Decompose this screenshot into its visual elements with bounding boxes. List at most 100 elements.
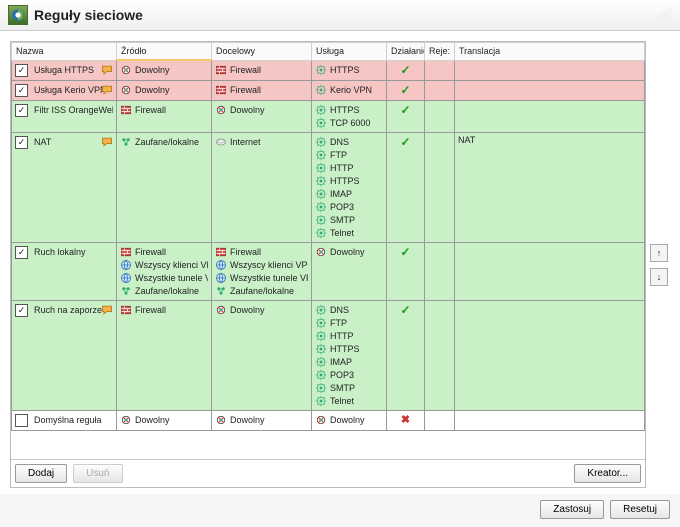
rule-checkbox[interactable] (15, 104, 28, 117)
move-down-button[interactable]: ↓ (650, 268, 668, 286)
source-label: Wszystkie tunele VPN (135, 273, 208, 283)
rule-desc-icon (101, 304, 113, 316)
app-icon (8, 5, 28, 25)
rule-checkbox[interactable] (15, 414, 28, 427)
allow-icon: ✓ (400, 303, 410, 317)
col-dest[interactable]: Docelowy (212, 43, 312, 61)
rule-checkbox[interactable] (15, 84, 28, 97)
source-label: Wszyscy klienci VPN (135, 260, 208, 270)
reorder-controls: ↑ ↓ (646, 41, 670, 488)
dest-icon (215, 136, 227, 148)
source-label: Zaufane/lokalne (135, 286, 199, 296)
reset-button[interactable]: Resetuj (610, 500, 670, 519)
source-label: Firewall (135, 105, 166, 115)
source-label: Zaufane/lokalne (135, 137, 199, 147)
service-label: POP3 (330, 370, 354, 380)
service-icon (315, 104, 327, 116)
rule-desc-icon (101, 64, 113, 76)
source-label: Dowolny (135, 85, 170, 95)
col-name[interactable]: Nazwa (12, 43, 117, 61)
allow-icon: ✓ (400, 83, 410, 97)
table-row[interactable]: Ruch lokalny Firewall Wszyscy klienci VPN W… (12, 242, 645, 300)
col-reje[interactable]: Reje: (425, 43, 455, 61)
service-icon (315, 317, 327, 329)
rule-desc-icon (101, 136, 113, 148)
service-icon (315, 330, 327, 342)
service-label: HTTPS (330, 344, 360, 354)
source-icon (120, 285, 132, 297)
rules-panel: Nazwa Źródło Docelowy Usługa Działanie R… (10, 41, 646, 488)
service-label: DNS (330, 137, 349, 147)
rule-name: Usługa HTTPS (34, 65, 94, 75)
table-row[interactable]: NATZaufane/lokalneInternetDNSFTPHTTPHTTP… (12, 132, 645, 242)
service-label: HTTP (330, 331, 354, 341)
source-icon (120, 414, 132, 426)
dest-icon (215, 285, 227, 297)
service-label: TCP 6000 (330, 118, 370, 128)
service-label: Telnet (330, 396, 354, 406)
service-label: POP3 (330, 202, 354, 212)
move-up-button[interactable]: ↑ (650, 244, 668, 262)
allow-icon: ✓ (400, 135, 410, 149)
service-icon (315, 84, 327, 96)
col-action[interactable]: Działanie (387, 43, 425, 61)
table-row[interactable]: Usługa HTTPSDowolnyFirewallHTTPS✓ (12, 60, 645, 80)
source-icon (120, 272, 132, 284)
service-label: Kerio VPN (330, 85, 372, 95)
wizard-button[interactable]: Kreator... (574, 464, 641, 483)
dest-label: Firewall (230, 85, 261, 95)
source-icon (120, 84, 132, 96)
page-title: Reguły sieciowe (34, 7, 143, 23)
service-icon (315, 356, 327, 368)
rule-name: Usługa Kerio VPN (34, 85, 107, 95)
service-icon (315, 188, 327, 200)
service-label: SMTP (330, 383, 355, 393)
table-row[interactable]: Domyślna regułaDowolnyDowolnyDowolny✖ (12, 410, 645, 430)
table-row[interactable]: Usługa Kerio VPN Dowolny Firewall Kerio VPN… (12, 80, 645, 100)
service-icon (315, 414, 327, 426)
dest-label: Wszyscy klienci VPN (230, 260, 308, 270)
source-icon (120, 259, 132, 271)
dest-icon (215, 414, 227, 426)
allow-icon: ✓ (400, 103, 410, 117)
dest-icon (215, 259, 227, 271)
table-row[interactable]: Filtr ISS OrangeWeb FilterFirewallDowoln… (12, 100, 645, 132)
source-label: Dowolny (135, 415, 170, 425)
titlebar: Reguły sieciowe (0, 0, 680, 31)
dest-icon (215, 104, 227, 116)
rule-checkbox[interactable] (15, 246, 28, 259)
rules-table[interactable]: Nazwa Źródło Docelowy Usługa Działanie R… (11, 42, 645, 431)
dest-label: Wszystkie tunele VPN (230, 273, 308, 283)
service-icon (315, 175, 327, 187)
dest-icon (215, 84, 227, 96)
rule-name: Filtr ISS OrangeWeb Filter (34, 105, 113, 115)
rule-name: Domyślna reguła (34, 415, 102, 425)
service-label: FTP (330, 150, 347, 160)
rule-name: Ruch lokalny (34, 247, 86, 257)
rule-checkbox[interactable] (15, 136, 28, 149)
service-icon (315, 149, 327, 161)
col-service[interactable]: Usługa (312, 43, 387, 61)
source-icon (120, 104, 132, 116)
col-source[interactable]: Źródło (117, 43, 212, 61)
service-icon (315, 214, 327, 226)
service-label: HTTPS (330, 65, 360, 75)
source-icon (120, 304, 132, 316)
service-icon (315, 369, 327, 381)
table-row[interactable]: Ruch na zaporzeFirewallDowolnyDNSFTPHTTP… (12, 300, 645, 410)
service-label: Telnet (330, 228, 354, 238)
service-icon (315, 117, 327, 129)
dest-label: Dowolny (230, 305, 265, 315)
source-icon (120, 64, 132, 76)
dest-icon (215, 246, 227, 258)
col-trans[interactable]: Translacja (455, 43, 645, 61)
service-icon (315, 227, 327, 239)
rule-checkbox[interactable] (15, 304, 28, 317)
dest-label: Firewall (230, 247, 261, 257)
dest-icon (215, 272, 227, 284)
service-label: Dowolny (330, 247, 365, 257)
apply-button[interactable]: Zastosuj (540, 500, 604, 519)
service-label: HTTPS (330, 105, 360, 115)
add-button[interactable]: Dodaj (15, 464, 67, 483)
rule-checkbox[interactable] (15, 64, 28, 77)
